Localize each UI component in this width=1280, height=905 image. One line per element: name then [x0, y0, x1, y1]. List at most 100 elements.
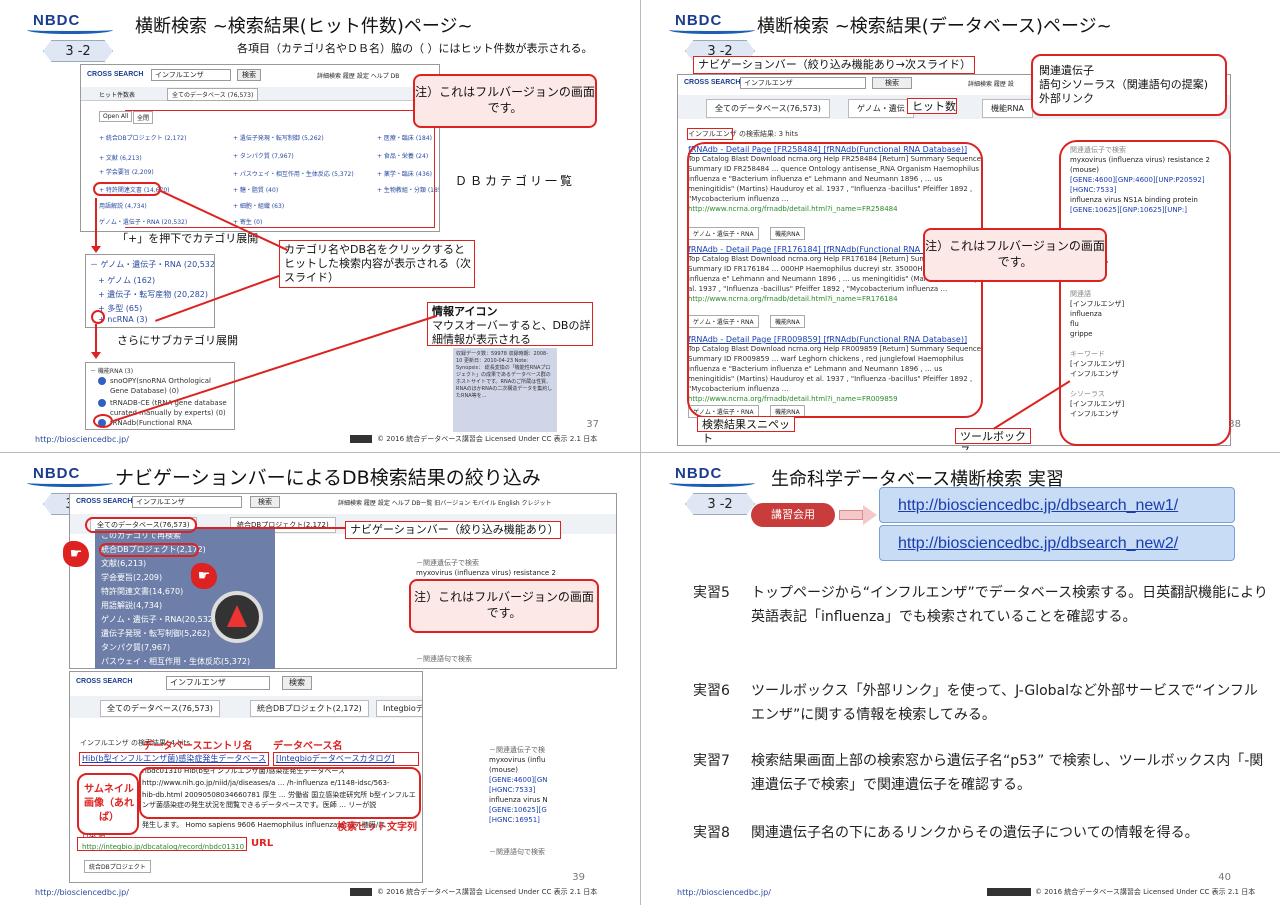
hits-note: ヒット数 — [907, 98, 957, 114]
cross-search-logo: CROSS SEARCH — [87, 71, 144, 78]
toolbox-label: ツールボックス — [955, 428, 1031, 450]
menu-item[interactable]: 文献(6,213) — [95, 557, 275, 571]
section-badge: 3 -2 — [43, 40, 113, 62]
search-button[interactable]: 検索 — [282, 676, 312, 690]
footer-license: © 2016 統合データベース講習会 Licensed Under CC 表示 … — [377, 888, 598, 896]
slide-39: NBDC 3 -2 ナビゲーションバーによるDB検索結果の絞り込み CROSS … — [5, 455, 635, 903]
tree-item[interactable]: + 遺伝子・転写産物 (20,282) — [98, 289, 208, 300]
hit-count-highlight — [687, 128, 733, 140]
logo-swoosh-icon — [27, 479, 113, 487]
crumb-all-databases[interactable]: 全てのデータベース(76,573) — [706, 99, 830, 118]
menu-item[interactable]: パスウェイ・相互作用・生体反応(5,372) — [95, 655, 275, 669]
search-input[interactable]: インフルエンザ — [151, 69, 231, 81]
tree-item[interactable]: + ゲノム (162) — [98, 275, 155, 286]
arrow-down-icon — [91, 246, 101, 253]
hit-text-label: 検索ヒット文字列 — [337, 822, 417, 833]
arrow-line — [95, 324, 97, 354]
db-category-bracket — [125, 110, 435, 228]
logo-swoosh-icon — [669, 26, 755, 34]
menu-highlight — [99, 543, 199, 557]
exercise-text: 検索結果画面上部の検索窓から遺伝子名“p53” で検索し、ツールボックス内「-関… — [751, 753, 1264, 793]
related-gene-heading[interactable]: －関連遺伝子で検索 — [416, 558, 596, 568]
top-links[interactable]: 詳細検索 履歴 設定 ヘルプ DB — [317, 71, 399, 80]
tree-item[interactable]: + ncRNA (3) — [98, 315, 148, 324]
exercise-item: 実習5 トップページから“インフルエンザ”でデータベース検索する。日英翻訳機能に… — [693, 581, 1268, 655]
crumb-highlight — [85, 517, 197, 533]
nav-bar-note: ナビゲーションバー（絞り込み機能あり→次スライド） — [693, 56, 975, 74]
hit-text-highlight — [139, 767, 421, 819]
full-version-note: 注）これはフルバージョンの画面です。 — [923, 228, 1107, 282]
db-category-label: ＤＢカテゴリ一覧 — [455, 174, 576, 188]
page-number: 37 — [586, 419, 599, 430]
sub-category-label: さらにサブカテゴリ展開 — [117, 334, 238, 347]
tab-all-databases[interactable]: 全てのデータベース (76,573) — [167, 88, 259, 101]
tree-item[interactable]: － ゲノム・遺伝子・RNA (20,532) — [90, 259, 214, 270]
dbsearch-link-1[interactable]: http://biosciencedbc.jp/dbsearch_new1/ — [879, 487, 1235, 523]
related-gene-item[interactable]: myxovirus (influenza virus) resistance 2 — [416, 568, 596, 578]
sub-tree-head[interactable]: － 機能RNA (3) — [90, 366, 133, 375]
search-input[interactable]: インフルエンザ — [132, 496, 242, 508]
exercise-item: 実習6 ツールボックス「外部リンク」を使って、J-Globalなど外部サービスで… — [693, 679, 1263, 729]
crumb-genome[interactable]: ゲノム・遺伝 — [848, 99, 914, 118]
footer-url[interactable]: http://biosciencedbc.jp/ — [677, 888, 771, 897]
snippet-label: 検索結果スニペット — [697, 416, 795, 445]
crumb-catalog[interactable]: Integbioデータベースカタログ(4) — [376, 700, 422, 717]
info-icon[interactable] — [98, 399, 106, 407]
toolbox-highlight — [1059, 140, 1231, 446]
toolbox-panel: －関連遺伝子で検 myxovirus (influ (mouse) [GENE:… — [489, 746, 548, 856]
tree-item[interactable]: + 多型 (65) — [98, 303, 142, 314]
tab-hits[interactable]: ヒット件数表 — [99, 90, 135, 99]
toolbox-items-note: 関連遺伝子 語句シソーラス（関連語句の提案) 外部リンク — [1031, 54, 1227, 116]
top-links[interactable]: 詳細検索 履歴 設 — [968, 79, 1014, 88]
search-input[interactable]: インフルエンザ — [740, 77, 866, 89]
slide-title: 横断検索 ~検索結果(データベース)ページ~ — [757, 16, 1112, 37]
exercise-item: 実習8 関連遺伝子名の下にあるリンクからその遺伝子についての情報を得る。 — [693, 821, 1263, 871]
arrow-line — [95, 198, 97, 248]
slide-38: NBDC 3 -2 横断検索 ~検索結果(データベース)ページ~ ナビゲーション… — [647, 2, 1277, 450]
cross-search-logo: CROSS SEARCH — [684, 79, 741, 86]
slide-40: NBDC 3 -2 生命科学データベース横断検索 実習 講習会用 http://… — [647, 455, 1277, 903]
logo-swoosh-icon — [27, 26, 113, 34]
logo-swoosh-icon — [669, 479, 755, 487]
search-button[interactable]: 検索 — [872, 77, 912, 89]
sub-tree-item[interactable]: snoOPY(snoRNA Orthological Gene Database… — [110, 376, 230, 396]
pointing-hand-icon: ☛ — [63, 541, 89, 567]
menu-item[interactable]: タンパク質(7,967) — [95, 641, 275, 655]
search-button[interactable]: 検索 — [250, 496, 280, 508]
cross-search-logo: CROSS SEARCH — [76, 678, 133, 685]
crumb-all-databases[interactable]: 全てのデータベース(76,573) — [100, 700, 220, 717]
crumb-functional-rna[interactable]: 機能RNA — [982, 99, 1034, 118]
exercise-label: 実習7 — [693, 753, 730, 769]
footer-license: © 2016 統合データベース講習会 Licensed Under CC 表示 … — [1035, 888, 1256, 896]
exercise-text: ツールボックス「外部リンク」を使って、J-Globalなど外部サービスで“インフ… — [751, 683, 1258, 723]
cross-search-logo: CROSS SEARCH — [76, 498, 133, 505]
dbsearch-link-2[interactable]: http://biosciencedbc.jp/dbsearch_new2/ — [879, 525, 1235, 561]
exercise-label: 実習8 — [693, 825, 730, 841]
arrow-right-head — [863, 505, 877, 525]
related-term-heading[interactable]: －関連語句で検索 — [416, 654, 596, 664]
search-button[interactable]: 検索 — [237, 69, 261, 81]
exercise-label: 実習6 — [693, 683, 730, 699]
exercise-label: 実習5 — [693, 585, 730, 601]
menu-item[interactable]: 学会要旨(2,209) — [95, 571, 275, 585]
top-links[interactable]: 詳細検索 履歴 設定 ヘルプ DB一覧 旧バージョン モバイル English … — [338, 498, 552, 507]
db-info-popup: 収録データ数：59978 収録時期：2008-10 更新日：2010-04-23… — [453, 348, 557, 432]
page-number: 40 — [1218, 872, 1231, 883]
sub-tree-item[interactable]: fRNAdb(Functional RNA Database) (3) — [110, 418, 230, 429]
arrow-down-icon — [91, 352, 101, 359]
crumb-project[interactable]: 統合DBプロジェクト(2,172) — [250, 700, 369, 717]
info-icon-note: 情報アイコン マウスオーバーすると、DBの詳細情報が表示される — [427, 302, 593, 346]
workshop-pill: 講習会用 — [751, 503, 835, 527]
footer-url[interactable]: http://biosciencedbc.jp/ — [35, 435, 129, 444]
arrow-right-icon — [839, 510, 863, 520]
full-version-note: 注）これはフルバージョンの画面です。 — [413, 74, 597, 128]
info-icon[interactable] — [98, 377, 106, 385]
full-version-note: 注）これはフルバージョンの画面です。 — [409, 579, 599, 633]
info-highlight — [93, 414, 113, 428]
page-number: 39 — [572, 872, 585, 883]
expand-label: 「+」を押下でカテゴリ展開 — [117, 232, 259, 245]
project-chip[interactable]: 統合DBプロジェクト — [84, 860, 151, 873]
search-input[interactable]: インフルエンザ — [166, 676, 270, 690]
exercise-text: 関連遺伝子名の下にあるリンクからその遺伝子についての情報を得る。 — [751, 825, 1199, 841]
footer-url[interactable]: http://biosciencedbc.jp/ — [35, 888, 129, 897]
